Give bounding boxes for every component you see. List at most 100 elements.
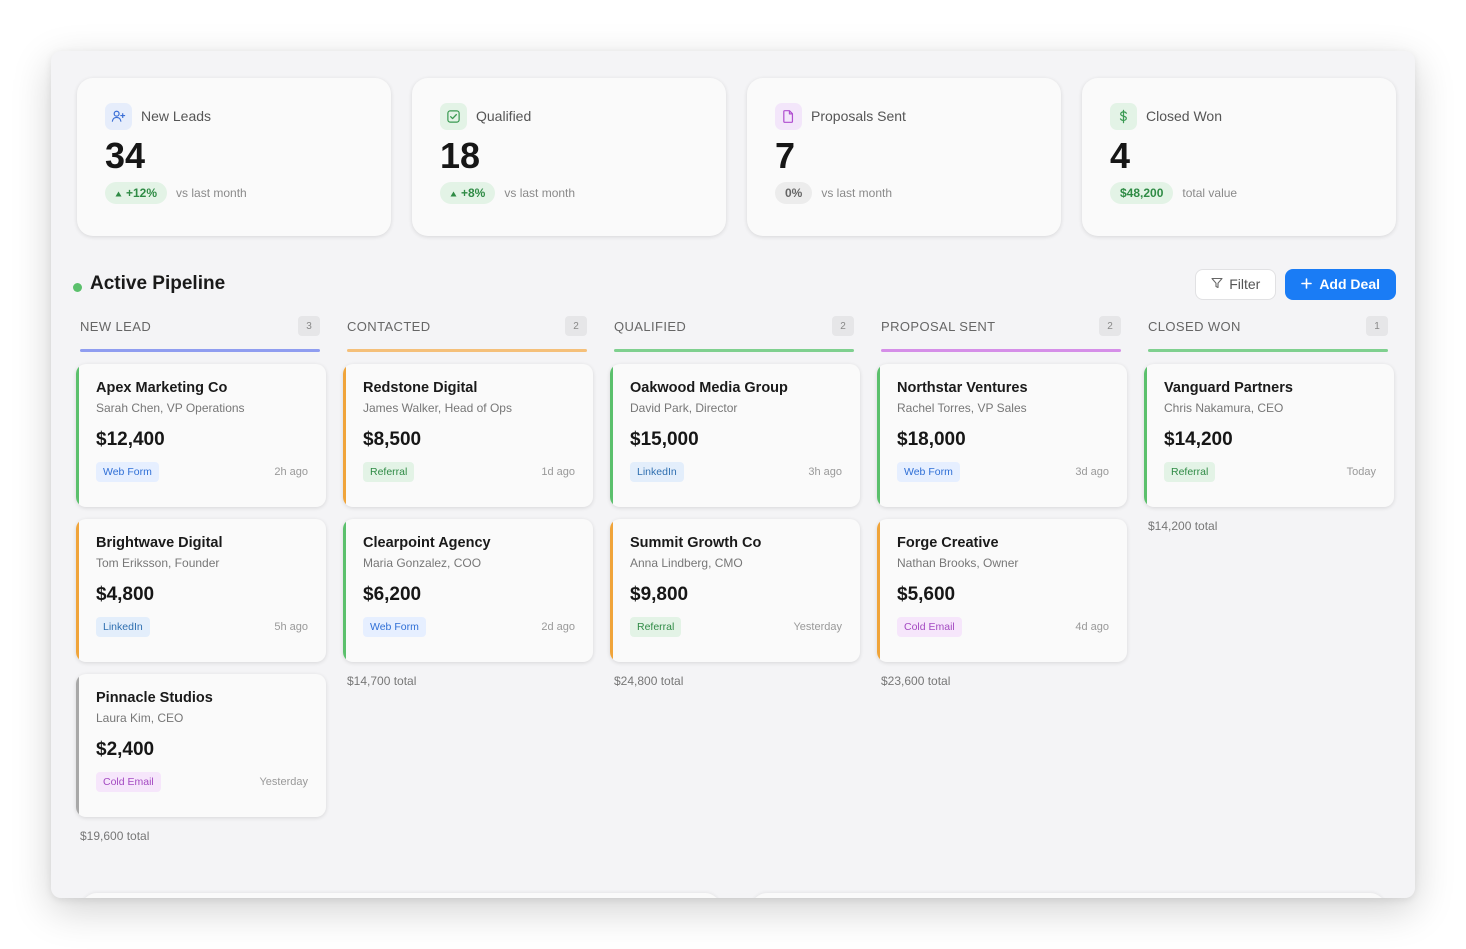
- column-total: $23,600 total: [881, 674, 951, 688]
- deal-footer: Web Form 2d ago: [363, 617, 575, 637]
- deal-card[interactable]: Apex Marketing Co Sarah Chen, VP Operatio…: [76, 364, 326, 507]
- column-header: PROPOSAL SENT 2: [877, 312, 1125, 340]
- deal-contact: Laura Kim, CEO: [96, 711, 184, 725]
- deal-card[interactable]: Forge Creative Nathan Brooks, Owner $5,600…: [877, 519, 1127, 662]
- deal-company: Pinnacle Studios: [96, 690, 213, 706]
- column-header: CLOSED WON 1: [1144, 312, 1392, 340]
- deal-timestamp: Yesterday: [793, 621, 842, 633]
- deal-timestamp: Yesterday: [259, 776, 308, 788]
- deal-footer: Cold Email 4d ago: [897, 617, 1109, 637]
- dollar-icon: [1110, 102, 1137, 130]
- stat-value: 7: [775, 135, 796, 176]
- column-total: $14,200 total: [1148, 519, 1218, 533]
- deal-amount: $9,800: [630, 584, 689, 605]
- up-arrow-icon: [115, 186, 122, 200]
- deal-card[interactable]: Summit Growth Co Anna Lindberg, CMO $9,800…: [610, 519, 860, 662]
- deal-card[interactable]: Northstar Ventures Rachel Torres, VP Sale…: [877, 364, 1127, 507]
- stat-card-header: Closed Won: [1110, 102, 1368, 130]
- stat-label: New Leads: [141, 108, 212, 124]
- stat-value: 34: [105, 135, 146, 176]
- deal-timestamp: 2h ago: [274, 466, 308, 478]
- source-tag: LinkedIn: [630, 462, 684, 482]
- source-tag: LinkedIn: [96, 617, 150, 637]
- pipeline-column: PROPOSAL SENT 2 Northstar Ventures Rachel T…: [877, 312, 1127, 843]
- column-header: QUALIFIED 2: [610, 312, 858, 340]
- change-value: +12%: [126, 186, 158, 200]
- stat-value: 4: [1110, 135, 1131, 176]
- stat-footnote: total value: [1182, 186, 1238, 200]
- deal-card[interactable]: Pinnacle Studios Laura Kim, CEO $2,400 Cold…: [76, 674, 326, 817]
- deal-company: Brightwave Digital: [96, 535, 223, 551]
- stat-label: Closed Won: [1146, 108, 1223, 124]
- deal-company: Vanguard Partners: [1164, 380, 1293, 396]
- stat-footer: $48,200 total value: [1110, 182, 1368, 204]
- stat-label: Proposals Sent: [811, 108, 906, 124]
- deal-footer: LinkedIn 3h ago: [630, 462, 842, 482]
- stat-card: Proposals Sent 7 0% vs last month: [747, 78, 1061, 236]
- change-badge: +8%: [440, 182, 496, 204]
- pipeline-actions: Filter Add Deal: [1195, 268, 1396, 300]
- deal-amount: $5,600: [897, 584, 956, 605]
- source-tag: Referral: [630, 617, 682, 637]
- deal-company: Redstone Digital: [363, 380, 478, 396]
- filter-icon: [1211, 276, 1223, 292]
- deal-footer: Referral 1d ago: [363, 462, 575, 482]
- deal-card[interactable]: Redstone Digital James Walker, Head of Op…: [343, 364, 593, 507]
- bottom-panel-right: [751, 893, 1386, 898]
- stat-card-header: New Leads: [105, 102, 363, 130]
- stat-card-header: Qualified: [440, 102, 698, 130]
- column-header: CONTACTED 2: [343, 312, 591, 340]
- deal-company: Clearpoint Agency: [363, 535, 491, 551]
- column-count-badge: 1: [1366, 316, 1388, 336]
- source-tag: Cold Email: [96, 772, 161, 792]
- deal-footer: LinkedIn 5h ago: [96, 617, 308, 637]
- deal-timestamp: 1d ago: [541, 466, 575, 478]
- column-title: PROPOSAL SENT: [881, 318, 996, 334]
- filter-button[interactable]: Filter: [1195, 268, 1277, 300]
- deal-contact: Nathan Brooks, Owner: [897, 556, 1019, 570]
- column-header: NEW LEAD 3: [76, 312, 324, 340]
- deal-amount: $14,200: [1164, 429, 1233, 450]
- deal-card[interactable]: Brightwave Digital Tom Eriksson, Founder $…: [76, 519, 326, 662]
- deal-contact: Chris Nakamura, CEO: [1164, 401, 1284, 415]
- deal-company: Summit Growth Co: [630, 535, 762, 551]
- bottom-panel-left: [81, 893, 721, 898]
- change-badge: +12%: [105, 182, 168, 204]
- stat-card: Qualified 18 +8% vs last month: [412, 78, 726, 236]
- deal-company: Oakwood Media Group: [630, 380, 788, 396]
- deal-timestamp: Today: [1346, 466, 1376, 478]
- deal-amount: $2,400: [96, 739, 155, 760]
- column-title: QUALIFIED: [614, 318, 687, 334]
- deal-card[interactable]: Clearpoint Agency Maria Gonzalez, COO $6,2…: [343, 519, 593, 662]
- source-tag: Web Form: [897, 462, 960, 482]
- pipeline-header: Active Pipeline Filter Add Deal: [73, 268, 1396, 300]
- add-deal-button[interactable]: Add Deal: [1285, 268, 1396, 300]
- deal-timestamp: 3d ago: [1075, 466, 1109, 478]
- change-badge: $48,200: [1110, 182, 1174, 204]
- deal-footer: Referral Today: [1164, 462, 1376, 482]
- source-tag: Referral: [363, 462, 415, 482]
- deal-footer: Web Form 3d ago: [897, 462, 1109, 482]
- pipeline-column: CLOSED WON 1 Vanguard Partners Chris Nakamu…: [1144, 312, 1394, 843]
- pipeline-column: CONTACTED 2 Redstone Digital James Walker, …: [343, 312, 593, 843]
- deal-card[interactable]: Oakwood Media Group David Park, Director $…: [610, 364, 860, 507]
- deal-contact: Rachel Torres, VP Sales: [897, 401, 1027, 415]
- column-title: NEW LEAD: [80, 318, 152, 334]
- stat-label: Qualified: [476, 108, 532, 124]
- deal-card[interactable]: Vanguard Partners Chris Nakamura, CEO $14,…: [1144, 364, 1394, 507]
- stat-footnote: vs last month: [176, 186, 247, 200]
- column-color-bar: [347, 349, 587, 352]
- source-tag: Referral: [1164, 462, 1216, 482]
- deal-company: Northstar Ventures: [897, 380, 1028, 396]
- deal-timestamp: 2d ago: [541, 621, 575, 633]
- change-badge: 0%: [775, 182, 813, 204]
- deal-footer: Web Form 2h ago: [96, 462, 308, 482]
- deal-timestamp: 4d ago: [1075, 621, 1109, 633]
- stat-footer: +12% vs last month: [105, 182, 363, 204]
- deal-amount: $4,800: [96, 584, 155, 605]
- stat-footnote: vs last month: [821, 186, 893, 200]
- live-status-dot: [73, 282, 82, 292]
- deal-timestamp: 3h ago: [808, 466, 842, 478]
- up-arrow-icon: [450, 186, 457, 200]
- filter-label: Filter: [1229, 276, 1261, 292]
